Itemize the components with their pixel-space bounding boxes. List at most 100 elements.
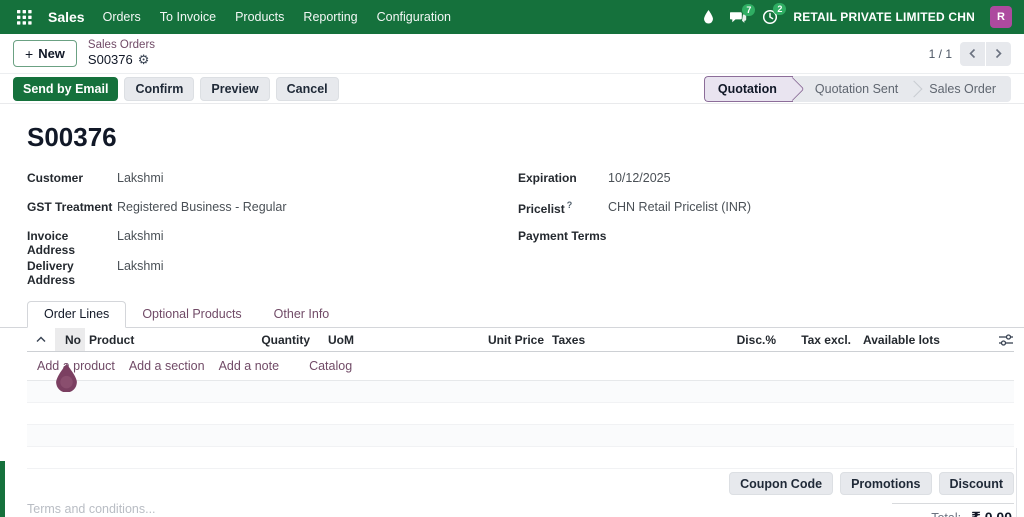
order-lines-table: No Product Quantity UoM Unit Price Taxes… (27, 328, 1014, 469)
user-avatar[interactable]: R (990, 6, 1012, 28)
systray: 7 2 RETAIL PRIVATE LIMITED CHN R (702, 3, 1012, 28)
status-quotation[interactable]: Quotation (703, 75, 793, 102)
catalog-link[interactable]: Catalog (309, 359, 352, 373)
pager-next-button[interactable] (986, 41, 1011, 66)
sort-handle-header[interactable] (27, 336, 55, 343)
company-switcher[interactable]: RETAIL PRIVATE LIMITED CHN (793, 10, 975, 24)
customer-value[interactable]: Lakshmi (117, 169, 164, 185)
droplet-icon[interactable] (702, 9, 715, 25)
optional-columns-button[interactable] (995, 333, 1015, 346)
field-pricelist: Pricelist? CHN Retail Pricelist (INR) (518, 198, 948, 227)
right-edge-divider (1016, 448, 1017, 517)
messages-icon[interactable]: 7 (730, 3, 756, 25)
add-a-section-link[interactable]: Add a section (129, 359, 205, 373)
customer-label: Customer (27, 171, 84, 185)
status-sales-order[interactable]: Sales Order (914, 76, 1011, 102)
column-taxes[interactable]: Taxes (548, 333, 730, 347)
activities-badge: 2 (773, 3, 787, 15)
top-navbar: Sales Orders To Invoice Products Reporti… (0, 0, 1024, 34)
field-delivery-address: Delivery Address Lakshmi (27, 257, 492, 287)
status-quotation-sent[interactable]: Quotation Sent (793, 76, 913, 102)
confirm-button[interactable]: Confirm (124, 76, 195, 101)
column-quantity[interactable]: Quantity (250, 333, 314, 347)
pager-count: 1 / 1 (928, 46, 952, 61)
column-unit-price[interactable]: Unit Price (484, 333, 548, 347)
plus-icon: + (25, 45, 34, 62)
field-payment-terms: Payment Terms (518, 227, 948, 256)
tab-optional-products[interactable]: Optional Products (126, 302, 257, 327)
tab-order-lines[interactable]: Order Lines (27, 301, 127, 328)
gear-icon[interactable]: ⚙ (138, 52, 150, 68)
menu-orders[interactable]: Orders (103, 10, 141, 24)
help-icon[interactable]: ? (567, 200, 573, 210)
form-sheet: S00376 Customer Lakshmi GST Treatment Re… (0, 122, 1024, 517)
new-button[interactable]: + New (13, 40, 77, 67)
order-title: S00376 (27, 122, 117, 152)
order-lines-header: No Product Quantity UoM Unit Price Taxes… (27, 328, 1014, 352)
record-pager: 1 / 1 (928, 41, 1011, 66)
menu-products[interactable]: Products (235, 10, 284, 24)
messages-badge: 7 (742, 3, 756, 16)
delivery-address-value[interactable]: Lakshmi (117, 257, 164, 273)
tab-other-info[interactable]: Other Info (258, 302, 346, 327)
total-row: Total: ₹ 0.00 (892, 503, 1014, 517)
empty-table-row (27, 447, 1014, 469)
empty-table-row (27, 381, 1014, 403)
menu-reporting[interactable]: Reporting (303, 10, 357, 24)
expiration-label: Expiration (518, 171, 577, 185)
status-pipeline: Quotation Quotation Sent Sales Order (703, 75, 1011, 102)
cancel-button[interactable]: Cancel (275, 76, 339, 101)
discount-button[interactable]: Discount (938, 472, 1014, 495)
footer-right: Coupon Code Promotions Discount Total: ₹… (729, 472, 1014, 517)
pricelist-label: Pricelist? (518, 200, 573, 216)
order-lines-add-row: Add a product Add a section Add a note C… (27, 352, 1014, 381)
coupon-code-button[interactable]: Coupon Code (729, 472, 834, 495)
field-invoice-address: Invoice Address Lakshmi (27, 227, 492, 257)
empty-table-row (27, 403, 1014, 425)
add-a-note-link[interactable]: Add a note (219, 359, 279, 373)
field-customer: Customer Lakshmi (27, 169, 492, 198)
apps-grid-icon[interactable] (12, 5, 36, 29)
breadcrumb-current: S00376 ⚙ (87, 51, 155, 68)
field-groups: Customer Lakshmi GST Treatment Registere… (27, 169, 997, 287)
menu-configuration[interactable]: Configuration (377, 10, 451, 24)
chevron-right-icon (995, 48, 1002, 59)
column-available-lots[interactable]: Available lots (855, 333, 995, 347)
payment-terms-label: Payment Terms (518, 229, 607, 243)
field-expiration: Expiration 10/12/2025 (518, 169, 948, 198)
right-field-column: Expiration 10/12/2025 Pricelist? CHN Ret… (518, 169, 948, 287)
preview-button[interactable]: Preview (200, 76, 270, 101)
activities-clock-icon[interactable]: 2 (762, 3, 787, 25)
left-field-column: Customer Lakshmi GST Treatment Registere… (27, 169, 492, 287)
add-a-product-link[interactable]: Add a product (37, 359, 115, 373)
total-label: Total: (931, 511, 961, 517)
sheet-footer: Terms and conditions... Coupon Code Prom… (27, 472, 1014, 517)
gst-treatment-value[interactable]: Registered Business - Regular (117, 198, 287, 214)
breadcrumb-sales-orders[interactable]: Sales Orders (88, 39, 155, 52)
column-tax-excl[interactable]: Tax excl. (780, 333, 855, 347)
left-edge-green-stripe (0, 461, 5, 517)
odoo-sales-screen: Sales Orders To Invoice Products Reporti… (0, 0, 1024, 517)
app-name[interactable]: Sales (48, 9, 85, 25)
record-reference: S00376 (87, 51, 133, 67)
chevron-left-icon (969, 48, 976, 59)
promotions-button[interactable]: Promotions (840, 472, 932, 495)
gst-treatment-label: GST Treatment (27, 200, 113, 214)
pricelist-value[interactable]: CHN Retail Pricelist (INR) (608, 198, 751, 214)
field-gst-treatment: GST Treatment Registered Business - Regu… (27, 198, 492, 227)
invoice-address-value[interactable]: Lakshmi (117, 227, 164, 243)
column-no[interactable]: No (55, 328, 85, 351)
terms-and-conditions-input[interactable]: Terms and conditions... (27, 502, 729, 517)
column-product[interactable]: Product (85, 333, 250, 347)
app-menus: Orders To Invoice Products Reporting Con… (103, 10, 451, 24)
breadcrumb: Sales Orders S00376 ⚙ (88, 39, 155, 67)
notebook-tabs: Order Lines Optional Products Other Info (0, 301, 1024, 328)
expiration-value[interactable]: 10/12/2025 (608, 169, 671, 185)
column-discount[interactable]: Disc.% (730, 333, 780, 347)
menu-to-invoice[interactable]: To Invoice (160, 10, 216, 24)
column-uom[interactable]: UoM (314, 333, 484, 347)
total-value: ₹ 0.00 (971, 509, 1012, 517)
control-panel: + New Sales Orders S00376 ⚙ 1 / 1 (0, 34, 1024, 74)
pager-previous-button[interactable] (960, 41, 985, 66)
send-by-email-button[interactable]: Send by Email (13, 76, 119, 101)
